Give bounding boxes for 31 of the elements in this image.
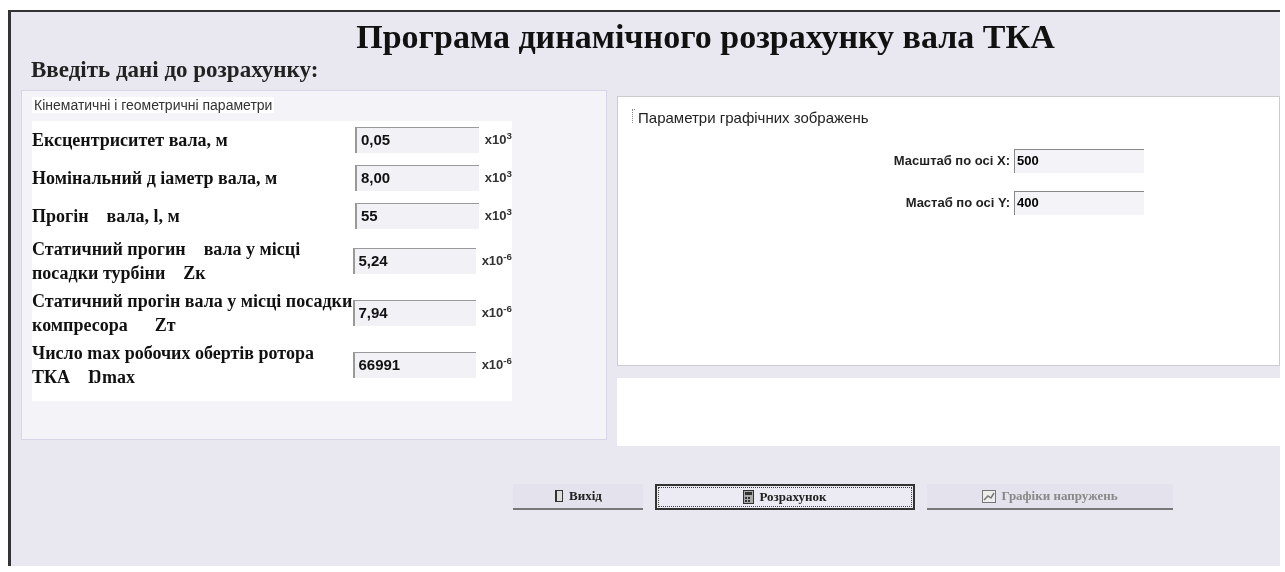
field-label: Мастаб по осі Y: — [905, 194, 1010, 213]
group-caption: Параметри графічних зображень — [638, 108, 869, 128]
action-button[interactable]: Вихід — [513, 484, 643, 510]
field-label: Статичний прогін вала у місці посадки компресора Zт — [32, 290, 353, 337]
input-field[interactable]: 66991 — [352, 352, 476, 378]
group-caption: Кінематичні і геометричні параметри — [32, 97, 275, 113]
input-field[interactable]: 7,94 — [352, 300, 476, 326]
door-icon — [554, 489, 565, 503]
unit-label: x10$^{3}$ — [484, 130, 512, 150]
input-field[interactable]: 500 — [1014, 149, 1144, 173]
action-button[interactable]: Розрахунок — [655, 484, 915, 510]
input-field[interactable]: 55 — [354, 203, 479, 229]
input-field[interactable]: 5,24 — [352, 248, 476, 274]
instruction-heading: Введіть дані до розрахунку: — [31, 57, 319, 82]
field-label: Масштаб по осі X: — [893, 152, 1010, 171]
field-label: Ексцентриситет вала, м — [32, 129, 229, 152]
input-field[interactable]: 8,00 — [354, 165, 479, 191]
calculator-icon — [743, 490, 755, 504]
field-label: Статичний прогин вала у місці посадки турбіни Zк — [32, 238, 302, 285]
unit-label: x10$^{-6}$ — [481, 355, 512, 375]
unit-label: x10$^{3}$ — [484, 206, 512, 226]
chart-icon — [982, 489, 997, 503]
unit-label: x10$^{3}$ — [484, 168, 512, 188]
field-label: Прогін вала, l, м — [32, 205, 181, 228]
window-title: Програма динамічного розрахунку вала ТКА — [356, 18, 1055, 56]
unit-label: x10$^{-6}$ — [481, 303, 512, 323]
input-field[interactable]: 400 — [1014, 191, 1144, 215]
input-field[interactable]: 0,05 — [354, 127, 479, 153]
field-label: Число max робочих обертів ротора ТКА Ŋmax — [32, 342, 315, 389]
field-label: Номінальний д іаметр вала, м — [32, 167, 279, 190]
unit-label: x10$^{-6}$ — [481, 251, 512, 271]
